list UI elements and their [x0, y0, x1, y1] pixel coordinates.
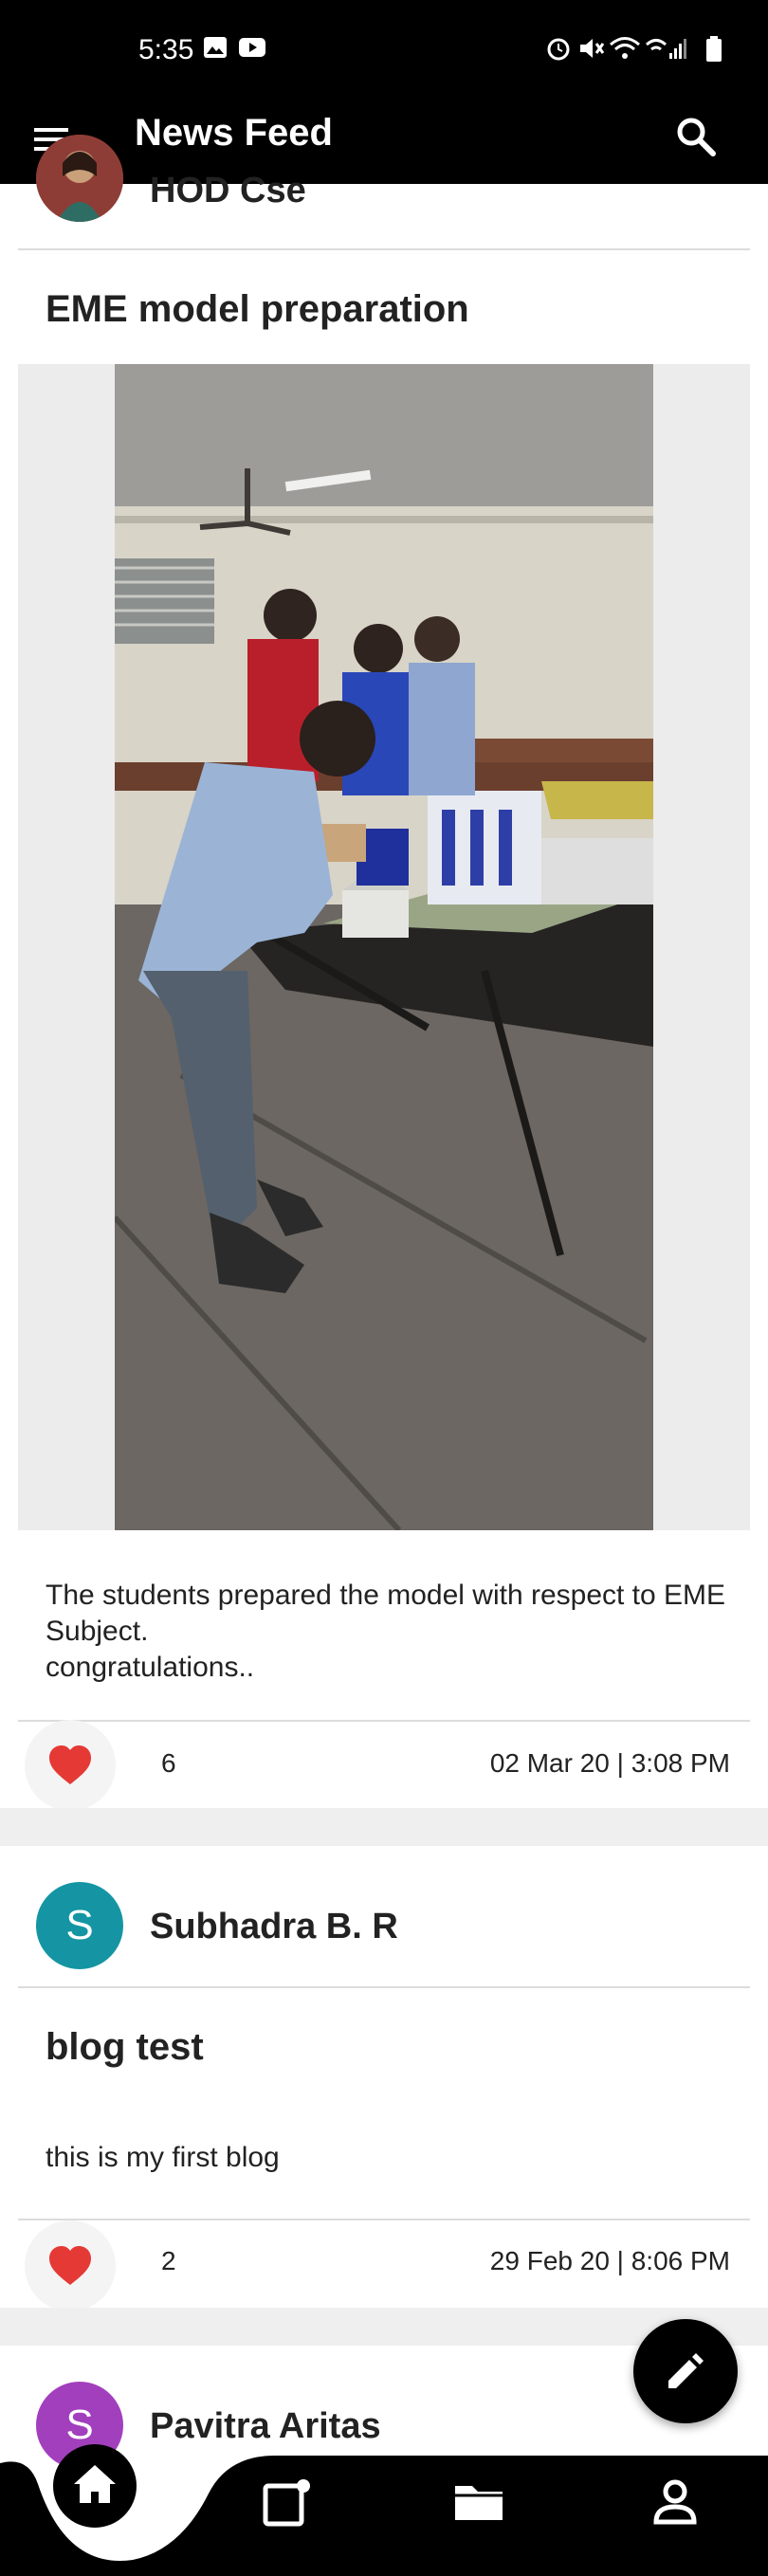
page-title: News Feed [135, 112, 333, 154]
status-bar: 5:35 [0, 0, 768, 95]
bottom-navigation [0, 2444, 768, 2576]
folder-icon [455, 2486, 503, 2520]
nav-notes-button[interactable] [262, 2476, 315, 2530]
divider [18, 1986, 750, 1988]
post-card: S Subhadra B. R blog test this is my fir… [0, 1846, 768, 2311]
avatar-letter: S [65, 2402, 94, 2448]
news-feed[interactable]: HOD Cse EME model preparation The studen… [0, 135, 768, 2576]
status-time: 5:35 [138, 34, 194, 65]
profile-icon [653, 2479, 697, 2525]
compose-post-button[interactable] [633, 2319, 738, 2423]
gallery-icon [204, 37, 227, 58]
like-button[interactable] [25, 1720, 116, 1811]
alarm-icon [547, 38, 570, 61]
post-body: The students prepared the model with res… [46, 1580, 726, 1683]
nav-home-button[interactable] [53, 2444, 137, 2528]
search-icon[interactable] [673, 114, 719, 159]
notes-icon [263, 2479, 310, 2527]
divider [18, 248, 750, 250]
avatar: S [36, 1882, 123, 1969]
post-card: HOD Cse EME model preparation The studen… [0, 135, 768, 1811]
author-name: Pavitra Aritas [150, 2406, 381, 2446]
post-timestamp: 02 Mar 20 | 3:08 PM [489, 1748, 730, 1778]
nav-files-button[interactable] [453, 2476, 506, 2530]
post-image[interactable] [115, 364, 653, 1530]
nav-profile-button[interactable] [649, 2476, 702, 2530]
heart-icon [49, 2246, 91, 2285]
like-button[interactable] [25, 2220, 116, 2311]
wifi-icon [610, 37, 640, 59]
battery-icon [706, 36, 722, 62]
home-icon [74, 2465, 116, 2503]
like-count: 2 [161, 2246, 176, 2275]
students-model-photo [115, 364, 653, 1530]
post-title: EME model preparation [46, 288, 469, 330]
post-image-container[interactable] [18, 364, 750, 1530]
author-name: Subhadra B. R [150, 1907, 398, 1946]
signal-icon [645, 39, 686, 59]
divider [18, 2219, 750, 2220]
avatar [36, 135, 123, 222]
mute-icon [580, 39, 605, 58]
post-body: this is my first blog [46, 2142, 280, 2173]
author-photo-icon [36, 135, 123, 222]
card-separator [0, 1808, 768, 1846]
author-name: HOD Cse [150, 171, 306, 210]
heart-icon [49, 1745, 91, 1784]
youtube-icon [239, 38, 265, 57]
like-count: 6 [161, 1748, 176, 1778]
post-title: blog test [46, 2026, 204, 2068]
avatar-letter: S [65, 1902, 94, 1948]
post-timestamp: 29 Feb 20 | 8:06 PM [489, 2246, 730, 2275]
divider [18, 1720, 750, 1722]
pencil-icon [668, 2353, 704, 2388]
